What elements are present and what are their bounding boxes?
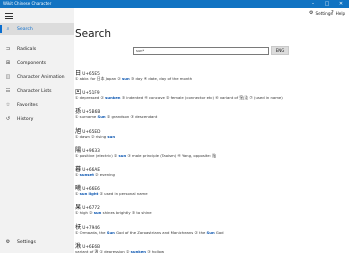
sidebar-item-components[interactable]: ⊞ Components <box>0 57 74 69</box>
search-icon: ⌕ <box>6 26 10 32</box>
maximize-button[interactable]: □ <box>320 0 334 8</box>
sidebar-item-settings[interactable]: ⚙ Settings <box>0 236 74 248</box>
result-definition: ① sun light ② used in personal name <box>75 191 347 197</box>
definition-text: ① high ② <box>75 210 94 216</box>
help-label: Help <box>335 10 346 16</box>
sidebar-item-radicals[interactable]: ⊐ Radicals <box>0 43 74 55</box>
match-highlight: sunken <box>105 95 121 101</box>
sidebar-item-label: Settings <box>17 239 36 245</box>
sidebar-item-label: Components <box>17 60 47 66</box>
sidebar-item-favorites[interactable]: ☆ Favorites <box>0 99 74 111</box>
gear-icon: ⚙ <box>309 10 314 16</box>
sidebar-item-character-lists[interactable]: ☷ Character Lists <box>0 85 74 97</box>
close-button[interactable]: ✕ <box>334 0 348 8</box>
result-item[interactable]: 孫 U+5B6B ① surname Sun ② grandson ③ descen… <box>75 106 347 125</box>
result-title: 孫 U+5B6B <box>75 106 347 115</box>
search-input[interactable]: sun* <box>133 47 269 55</box>
window-title: Wikit Chinese Character <box>3 1 52 6</box>
result-title: 杲 U+6772 <box>75 202 347 211</box>
sidebar-item-history[interactable]: ↺ History <box>0 113 74 125</box>
result-item[interactable]: 湫 U+6E6B variant of 湫 ① depression ② sunke… <box>75 241 347 253</box>
definition-text: ② used in personal name <box>98 191 148 197</box>
definition-text: God of the Zoroastrians and Manicheans ②… <box>114 229 207 235</box>
results-list: 日 U+65E5 ① abbr. for 日本 Japan ② sun ③ day … <box>75 68 347 253</box>
definition-text: ② evening <box>93 171 115 177</box>
animation-icon: ◫ <box>5 74 11 80</box>
result-title: 日 U+65E5 <box>75 68 347 77</box>
minimize-button[interactable]: – <box>306 0 320 8</box>
match-highlight: Sun <box>106 229 115 235</box>
page-title: Search <box>75 28 112 40</box>
result-title: 旭 U+65ED <box>75 126 347 135</box>
language-button[interactable]: ENG <box>271 46 289 55</box>
result-definition: ① abbr. for 日本 Japan ② sun ③ day ④ date,… <box>75 76 347 82</box>
result-item[interactable]: 日 U+65E5 ① abbr. for 日本 Japan ② sun ③ day … <box>75 68 347 87</box>
result-definition: ① Ormazda, the Sun God of the Zoroastria… <box>75 230 347 236</box>
result-title: 湫 U+6E6B <box>75 241 347 250</box>
result-definition: ① surname Sun ② grandson ③ descendant <box>75 114 347 120</box>
definition-text: ① depressed ② <box>75 95 106 101</box>
gear-icon: ⚙ <box>5 239 11 245</box>
result-title: 祆 U+7946 <box>75 222 347 231</box>
definition-text: ③ hollow <box>146 248 165 253</box>
hamburger-menu-icon[interactable] <box>5 13 13 19</box>
definition-text: shines brightly ③ to shine <box>101 210 152 216</box>
match-highlight: sun <box>107 133 116 139</box>
definition-text: variant of 湫 ① depression ② <box>75 248 131 253</box>
sidebar-item-character-animation[interactable]: ◫ Character Animation <box>0 71 74 83</box>
result-item[interactable]: 凹 U+51F9 ① depressed ② sunken ③ indented ④… <box>75 87 347 106</box>
result-definition: ① sunset ② evening <box>75 172 347 178</box>
definition-text: God <box>214 229 224 235</box>
match-highlight: sunset <box>79 171 94 177</box>
sidebar-item-label: Character Lists <box>17 88 52 94</box>
match-highlight: Sun <box>97 114 106 120</box>
result-title: 陽 U+9633 <box>75 145 347 154</box>
definition-text: ① surname <box>75 114 98 120</box>
result-definition: ① dawn ② rising sun <box>75 134 347 140</box>
definition-text: ① positive (electric) ② <box>75 152 119 158</box>
settings-link[interactable]: ⚙ Settings <box>309 10 333 16</box>
sidebar-item-label: Character Animation <box>17 74 65 80</box>
result-title: 凹 U+51F9 <box>75 87 347 96</box>
result-title: 暮 U+66AE <box>75 164 347 173</box>
history-icon: ↺ <box>5 116 11 122</box>
result-definition: ① depressed ② sunken ③ indented ④ concav… <box>75 95 347 101</box>
definition-text: ② grandson ③ descendant <box>105 114 158 120</box>
match-highlight: Sun <box>206 229 215 235</box>
definition-text: ① dawn ② rising <box>75 133 108 139</box>
help-link[interactable]: ? Help <box>331 10 345 16</box>
sidebar-item-label: Search <box>17 26 33 32</box>
result-item[interactable]: 旭 U+65ED ① dawn ② rising sun <box>75 126 347 145</box>
result-definition: ① high ② sun shines brightly ③ to shine <box>75 210 347 216</box>
title-bar: Wikit Chinese Character – □ ✕ <box>0 0 349 8</box>
match-highlight: sun <box>122 76 130 81</box>
result-item[interactable]: 曦 U+66E6 ① sun light ② used in personal na… <box>75 183 347 202</box>
result-item[interactable]: 杲 U+6772 ① high ② sun shines brightly ③ to… <box>75 202 347 221</box>
components-icon: ⊞ <box>5 60 11 66</box>
radical-icon: ⊐ <box>5 46 11 52</box>
list-icon: ☷ <box>5 88 11 94</box>
sidebar: ⌕ Search ⊐ Radicals ⊞ Components ◫ Character An… <box>0 8 74 253</box>
result-item[interactable]: 祆 U+7946 ① Ormazda, the Sun God of the Zor… <box>75 222 347 241</box>
definition-text: ① abbr. for 日本 Japan ② <box>75 76 123 81</box>
result-definition: ① positive (electric) ② sun ③ male princ… <box>75 153 347 159</box>
sidebar-item-search[interactable]: ⌕ Search <box>0 23 74 35</box>
result-title: 曦 U+66E6 <box>75 183 347 192</box>
sidebar-item-label: History <box>17 116 34 122</box>
definition-text: ③ indented ④ concave ⑤ female (connector… <box>120 95 283 101</box>
result-item[interactable]: 陽 U+9633 ① positive (electric) ② sun ③ mal… <box>75 145 347 164</box>
definition-text: ① Ormazda, the <box>75 229 107 235</box>
match-highlight: light <box>88 191 99 197</box>
star-icon: ☆ <box>5 102 11 108</box>
result-definition: variant of 湫 ① depression ② sunken ③ hol… <box>75 249 347 253</box>
match-highlight: sunken <box>130 248 147 253</box>
sidebar-item-label: Radicals <box>17 46 37 52</box>
definition-text: ③ day ④ date, day of the month <box>129 76 193 81</box>
question-icon: ? <box>331 10 334 16</box>
result-item[interactable]: 暮 U+66AE ① sunset ② evening <box>75 164 347 183</box>
sidebar-item-label: Favorites <box>17 102 38 108</box>
definition-text: ③ male principle (Taoism) ④ Yang, opposi… <box>126 152 217 158</box>
